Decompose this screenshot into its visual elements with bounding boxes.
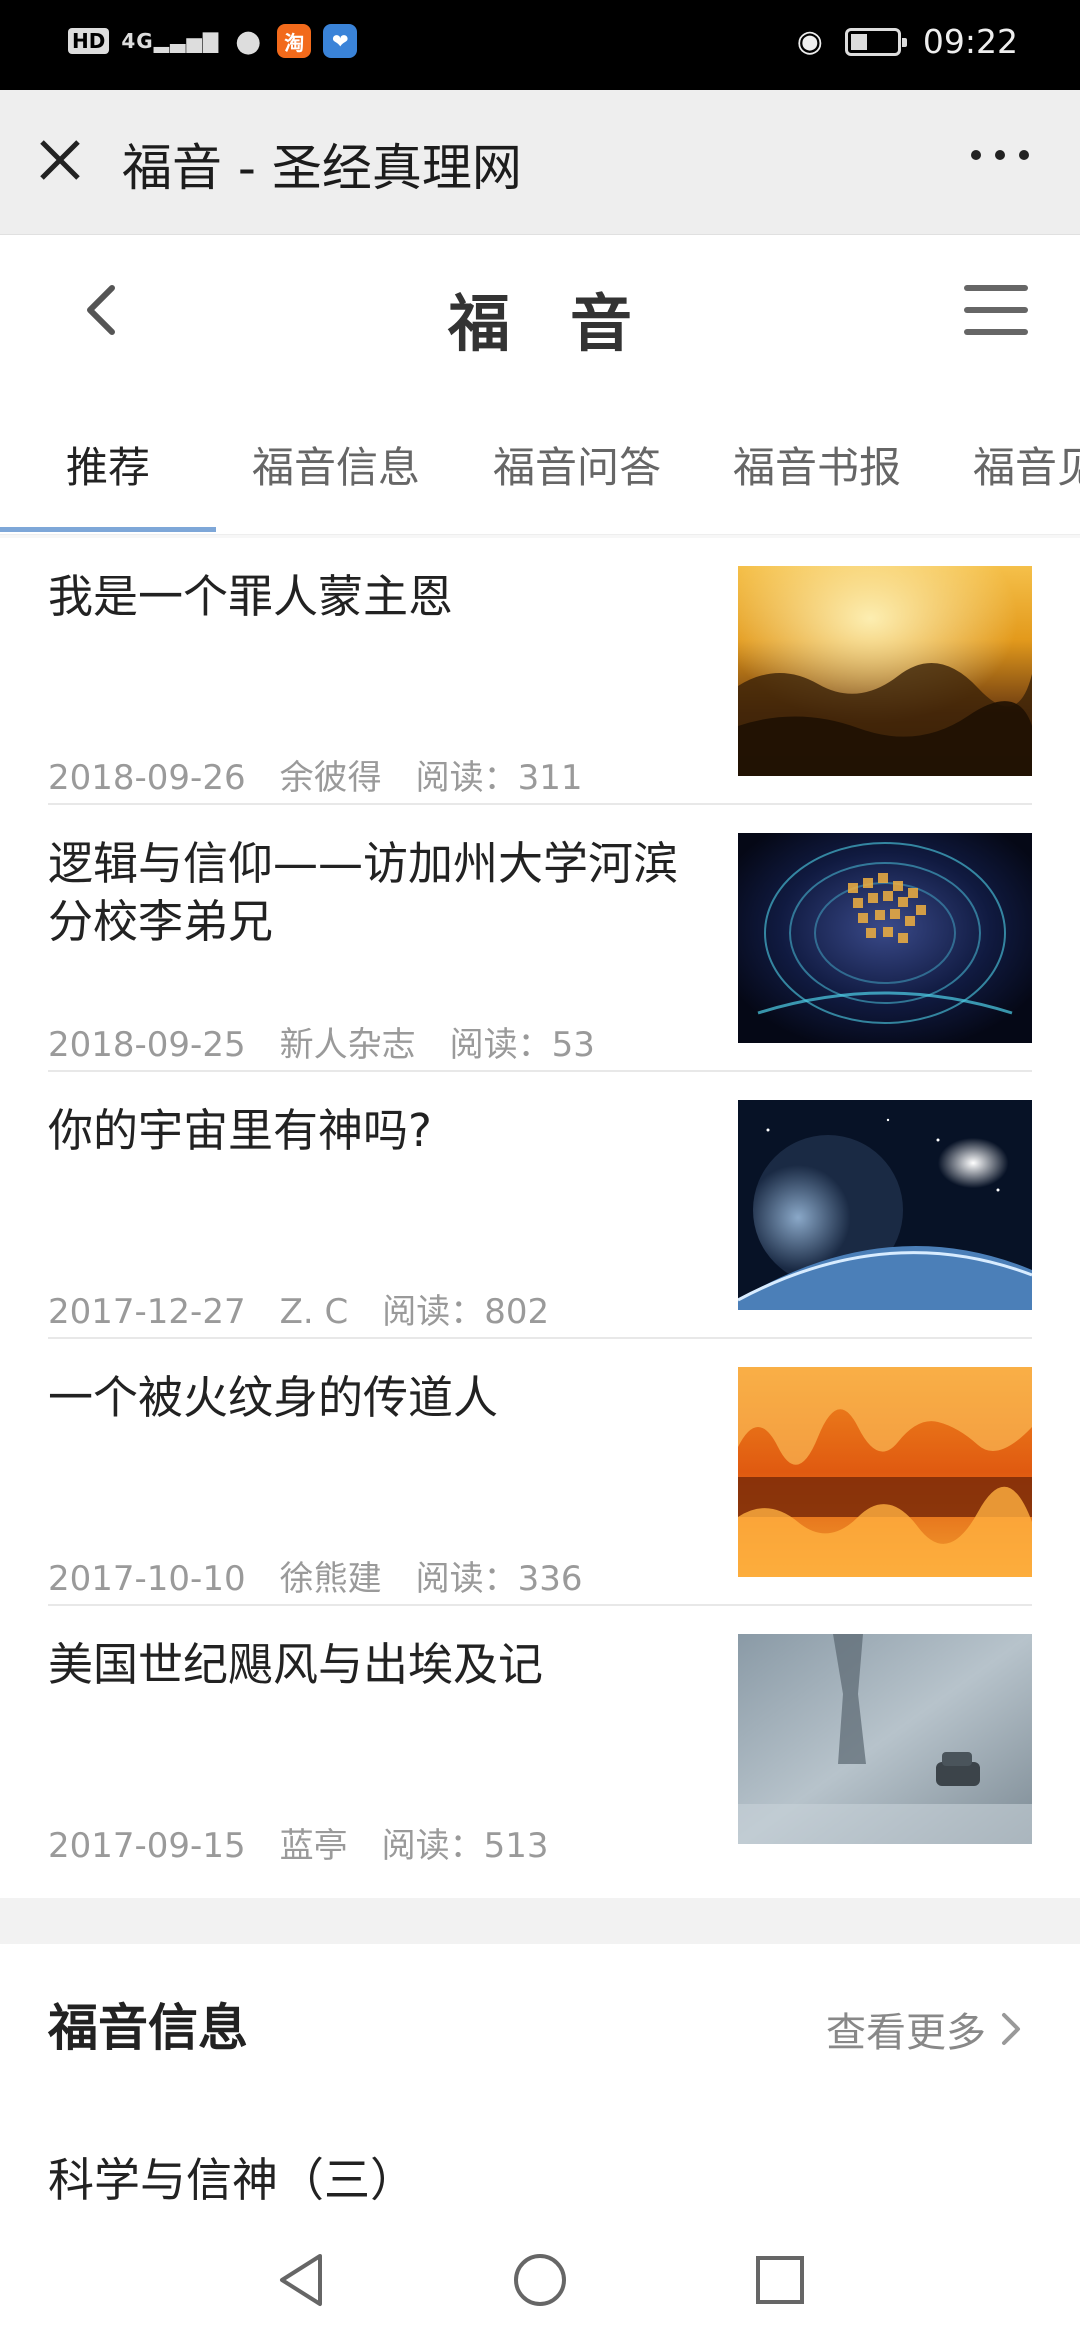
site-title: 福音 — [447, 287, 692, 360]
article-item[interactable]: 逻辑与信仰——访加州大学河滨分校李弟兄 2018-09-25 新人杂志 阅读：53 — [48, 805, 1032, 1072]
section-title: 福音信息 — [48, 1999, 248, 2057]
close-icon[interactable] — [30, 130, 90, 190]
tab-gospel-testimony[interactable]: 福音见 — [973, 434, 1080, 495]
article-author: Z. C — [279, 1292, 349, 1332]
status-time: 09:22 — [922, 22, 1018, 61]
article-thumbnail[interactable] — [738, 566, 1032, 776]
browser-title-bar: 福音 - 圣经真理网 — [0, 90, 1080, 235]
article-date: 2017-10-10 — [48, 1559, 246, 1599]
system-nav-bar — [0, 2220, 1080, 2340]
article-author: 蓝亭 — [279, 1826, 348, 1866]
status-left-icons: HD 4G▂▃▅▇ ● 淘 ❤ — [68, 23, 358, 59]
tab-recommend[interactable]: 推荐 — [66, 434, 150, 495]
article-author: 余彼得 — [279, 758, 382, 798]
see-more-link[interactable]: 查看更多 — [826, 2000, 1022, 2058]
article-date: 2018-09-25 — [48, 1025, 246, 1065]
hd-icon: HD — [68, 28, 110, 54]
close-icon-graphic — [40, 140, 80, 180]
active-tab-indicator — [0, 527, 216, 532]
menu-line — [964, 329, 1028, 335]
menu-line — [964, 285, 1028, 291]
article-author: 徐熊建 — [279, 1559, 382, 1599]
article-title[interactable]: 你的宇宙里有神吗? — [48, 1102, 688, 1160]
menu-line — [964, 307, 1028, 313]
article-meta: 2017-09-15 蓝亭 阅读：513 — [48, 1818, 583, 1867]
article-item[interactable]: 你的宇宙里有神吗? 2017-12-27 Z. C 阅读：802 — [48, 1072, 1032, 1339]
article-reads: 阅读：336 — [415, 1559, 583, 1599]
home-circle-icon[interactable] — [510, 2250, 570, 2310]
status-right-icons: ◉ 09:22 — [797, 22, 1018, 61]
article-reads: 阅读：802 — [382, 1292, 550, 1332]
category-tabs: 推荐 福音信息 福音问答 福音书报 福音见 — [0, 390, 1080, 535]
article-thumbnail[interactable] — [738, 833, 1032, 1043]
taobao-icon: 淘 — [277, 24, 312, 58]
page-title: 福音 - 圣经真理网 — [122, 139, 522, 197]
recents-square-icon[interactable] — [750, 2250, 810, 2310]
signal-icon: 4G▂▃▅▇ — [121, 29, 220, 53]
more-dots-graphic — [971, 150, 1029, 160]
tab-gospel-info[interactable]: 福音信息 — [252, 434, 420, 495]
article-title[interactable]: 逻辑与信仰——访加州大学河滨分校李弟兄 — [48, 835, 688, 951]
site-header: 福音 — [0, 235, 1080, 390]
article-reads: 阅读：311 — [415, 758, 583, 798]
wechat-icon: ● — [235, 23, 262, 59]
article-thumbnail[interactable] — [738, 1100, 1032, 1310]
article-title[interactable]: 美国世纪飓风与出埃及记 — [48, 1636, 688, 1694]
article-list: 我是一个罪人蒙主恩 2018-09-26 余彼得 阅读：311 逻辑与信仰——访… — [0, 538, 1080, 1898]
article-date: 2017-09-15 — [48, 1826, 246, 1866]
tab-gospel-qa[interactable]: 福音问答 — [493, 434, 661, 495]
article-author: 新人杂志 — [279, 1025, 416, 1065]
article-meta: 2018-09-25 新人杂志 阅读：53 — [48, 1017, 629, 1066]
article-title[interactable]: 我是一个罪人蒙主恩 — [48, 568, 688, 626]
article-thumbnail[interactable] — [738, 1367, 1032, 1577]
article-thumbnail[interactable] — [738, 1634, 1032, 1844]
article-meta: 2018-09-26 余彼得 阅读：311 — [48, 750, 617, 799]
chevron-right-icon — [1002, 2013, 1020, 2045]
article-reads: 阅读：513 — [381, 1826, 549, 1866]
more-options-icon[interactable] — [960, 120, 1040, 190]
article-item[interactable]: 一个被火纹身的传道人 2017-10-10 徐熊建 阅读：336 — [48, 1339, 1032, 1606]
article-date: 2017-12-27 — [48, 1292, 246, 1332]
article-date: 2018-09-26 — [48, 758, 246, 798]
section-article-title[interactable]: 科学与信神（三） — [48, 2144, 416, 2210]
article-item[interactable]: 美国世纪飓风与出埃及记 2017-09-15 蓝亭 阅读：513 — [48, 1606, 1032, 1873]
app-icon: ❤ — [323, 24, 358, 58]
back-triangle-icon[interactable] — [272, 2250, 332, 2310]
tab-gospel-books[interactable]: 福音书报 — [733, 434, 901, 495]
article-title[interactable]: 一个被火纹身的传道人 — [48, 1369, 688, 1427]
status-bar: HD 4G▂▃▅▇ ● 淘 ❤ ◉ 09:22 — [0, 0, 1080, 90]
signal-label: 4G — [121, 29, 154, 53]
hamburger-menu-icon[interactable] — [964, 285, 1028, 335]
section-separator — [0, 1898, 1080, 1944]
battery-icon — [844, 27, 907, 56]
see-more-label: 查看更多 — [826, 2010, 986, 2056]
article-meta: 2017-10-10 徐熊建 阅读：336 — [48, 1551, 617, 1600]
article-reads: 阅读：53 — [449, 1025, 595, 1065]
article-item[interactable]: 我是一个罪人蒙主恩 2018-09-26 余彼得 阅读：311 — [48, 538, 1032, 805]
eye-icon: ◉ — [796, 24, 823, 59]
article-meta: 2017-12-27 Z. C 阅读：802 — [48, 1284, 583, 1333]
